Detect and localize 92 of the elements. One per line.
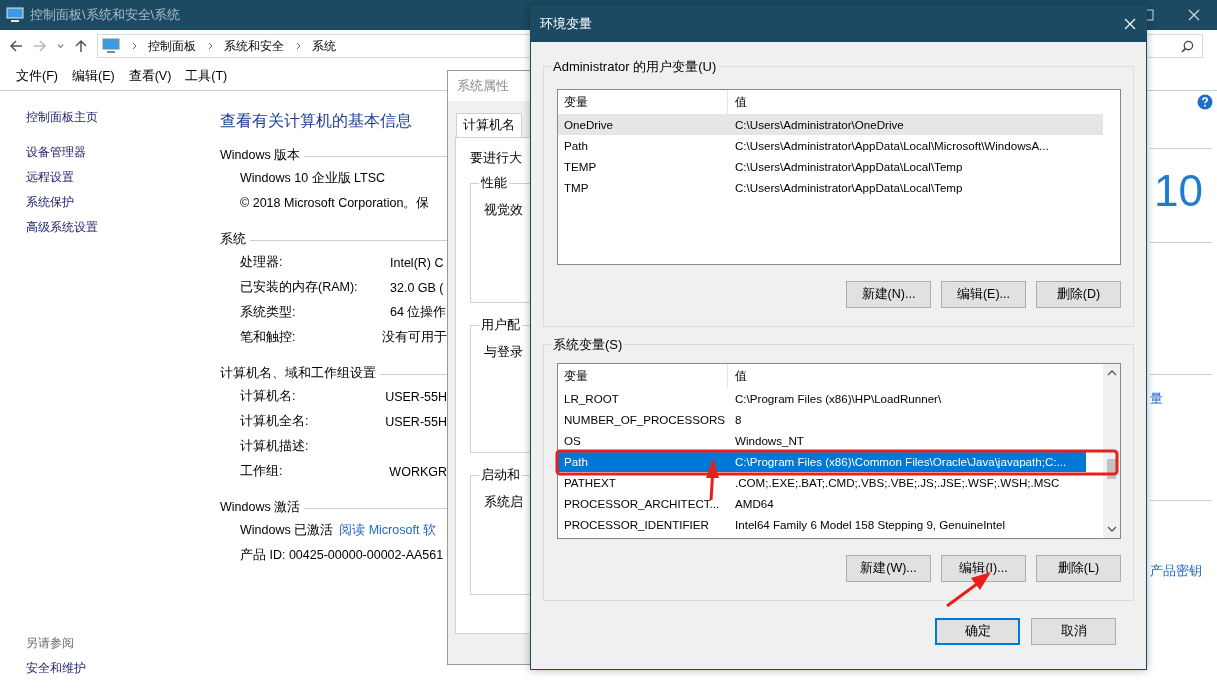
- breadcrumb[interactable]: 控制面板: [148, 37, 196, 55]
- group-text: 与登录: [484, 345, 523, 359]
- chevron-icon: [208, 42, 214, 50]
- sidebar-link[interactable]: 系统保护: [26, 190, 74, 215]
- dialog-title: 环境变量: [540, 15, 592, 33]
- group-title: 系统变量(S): [551, 336, 625, 354]
- menu-item[interactable]: 编辑(E): [71, 67, 115, 85]
- variable-row[interactable]: LR_ROOT C:\Program Files (x86)\HP\LoadRunner\: [558, 388, 1086, 409]
- info-label: 处理器:: [240, 254, 284, 271]
- scroll-down-icon[interactable]: [1106, 525, 1117, 533]
- variable-row[interactable]: PROCESSOR_IDENTIFIER Intel64 Family 6 Model 158 Stepping 9, GenuineIntel: [558, 514, 1086, 535]
- info-value: USER-55H: [385, 389, 447, 404]
- variable-row[interactable]: OneDrive C:\Users\Administrator\OneDrive: [558, 114, 1103, 135]
- section-title: Windows 版本: [220, 146, 301, 164]
- dialog-button[interactable]: 确定: [935, 618, 1020, 645]
- close-icon[interactable]: [1188, 9, 1200, 21]
- scroll-thumb[interactable]: [1107, 459, 1116, 479]
- info-text: © 2018 Microsoft Corporation。保: [240, 195, 430, 212]
- page-heading: 查看有关计算机的基本信息: [220, 111, 413, 131]
- variable-row[interactable]: TMP C:\Users\Administrator\AppData\Local\Temp: [558, 177, 1103, 198]
- section-title: 系统: [220, 230, 246, 248]
- group-title: 启动和: [479, 467, 522, 484]
- sidebar-link[interactable]: 远程设置: [26, 165, 74, 190]
- intro-text: 要进行大: [470, 150, 523, 167]
- sidebar-link[interactable]: 控制面板主页: [26, 105, 98, 130]
- menu-item[interactable]: 工具(T): [185, 67, 228, 85]
- dialog-button[interactable]: 新建(W)...: [846, 555, 931, 582]
- variable-row[interactable]: PATHEXT .COM;.EXE;.BAT;.CMD;.VBS;.VBE;.JS;.JSE;.WSF;.WSH;.MSC: [558, 472, 1086, 493]
- sidebar-link[interactable]: 高级系统设置: [26, 215, 98, 240]
- product-key-link[interactable]: 产品密钥: [1150, 563, 1202, 580]
- menu-item[interactable]: 查看(V): [128, 67, 172, 85]
- breadcrumb[interactable]: 系统: [312, 37, 336, 55]
- dialog-button[interactable]: 编辑(I)...: [941, 555, 1026, 582]
- variable-row[interactable]: Path C:\Users\Administrator\AppData\Local\Microsoft\WindowsA...: [558, 135, 1103, 156]
- section-title: 计算机名、域和工作组设置: [220, 364, 376, 382]
- info-label: 系统类型:: [240, 304, 297, 321]
- variable-row[interactable]: NUMBER_OF_PROCESSORS 8: [558, 409, 1086, 430]
- sidebar-link[interactable]: 安全和维护: [26, 656, 86, 681]
- group-text: 系统启: [484, 495, 523, 509]
- search-icon: [1181, 39, 1194, 53]
- info-text: 产品 ID: 00425-00000-00002-AA561: [240, 547, 444, 564]
- monitor-icon: [102, 38, 120, 54]
- tab[interactable]: 计算机名: [456, 113, 522, 137]
- chevron-icon: [296, 42, 302, 50]
- help-icon[interactable]: [1197, 94, 1213, 110]
- chevron-icon: [132, 42, 138, 50]
- info-text: Windows 已激活: [240, 522, 334, 539]
- group-title: 用户配: [479, 317, 522, 334]
- info-value: 32.0 GB (: [390, 280, 444, 295]
- column-header[interactable]: 值: [728, 364, 747, 388]
- windows-logo-text: 10: [1154, 169, 1203, 213]
- info-label: 工作组:: [240, 463, 284, 480]
- variable-row[interactable]: TEMP C:\Users\Administrator\AppData\Local\Temp: [558, 156, 1103, 177]
- group-text: 视觉效: [484, 203, 523, 217]
- info-value: 没有可用于: [382, 329, 447, 346]
- info-text: Windows 10 企业版 LTSC: [240, 170, 386, 187]
- variable-row[interactable]: OS Windows_NT: [558, 430, 1086, 451]
- settings-link[interactable]: 量: [1150, 391, 1163, 408]
- info-label: 计算机全名:: [240, 413, 310, 430]
- dropdown-icon[interactable]: [56, 41, 65, 51]
- info-value: USER-55H: [385, 414, 447, 429]
- section-title: Windows 激活: [220, 498, 301, 516]
- scrollbar[interactable]: [1103, 364, 1120, 538]
- info-value: WORKGR: [389, 464, 447, 479]
- up-icon[interactable]: [73, 38, 89, 54]
- see-also-heading: 另请参阅: [26, 635, 74, 652]
- info-value: Intel(R) C: [390, 255, 444, 270]
- dialog-button[interactable]: 取消: [1031, 618, 1116, 645]
- menu-item[interactable]: 文件(F): [16, 67, 58, 85]
- window-title: 控制面板\系统和安全\系统: [30, 6, 181, 24]
- column-header[interactable]: 变量: [558, 364, 728, 388]
- sidebar-link[interactable]: 设备管理器: [26, 140, 86, 165]
- group-title: 性能: [479, 175, 509, 192]
- variable-row[interactable]: PROCESSOR_ARCHITECT... AMD64: [558, 493, 1086, 514]
- dialog-button[interactable]: 删除(D): [1036, 281, 1121, 308]
- breadcrumb[interactable]: 系统和安全: [224, 37, 284, 55]
- group-title: Administrator 的用户变量(U): [551, 58, 719, 76]
- info-label: 已安装的内存(RAM):: [240, 279, 359, 296]
- dialog-button[interactable]: 新建(N)...: [846, 281, 931, 308]
- license-link[interactable]: 阅读 Microsoft 软: [339, 522, 436, 539]
- dialog-button[interactable]: 删除(L): [1036, 555, 1121, 582]
- annotation-arrow: [706, 458, 719, 501]
- info-label: 笔和触控:: [240, 329, 297, 346]
- scroll-up-icon[interactable]: [1106, 369, 1117, 377]
- monitor-icon: [6, 7, 24, 23]
- info-label: 计算机描述:: [240, 438, 310, 455]
- back-icon[interactable]: [8, 38, 24, 54]
- dialog-button[interactable]: 编辑(E)...: [941, 281, 1026, 308]
- dialog-title: 系统属性: [457, 77, 509, 95]
- info-value: 64 位操作: [390, 304, 447, 321]
- info-label: 计算机名:: [240, 388, 297, 405]
- column-header[interactable]: 值: [728, 90, 747, 114]
